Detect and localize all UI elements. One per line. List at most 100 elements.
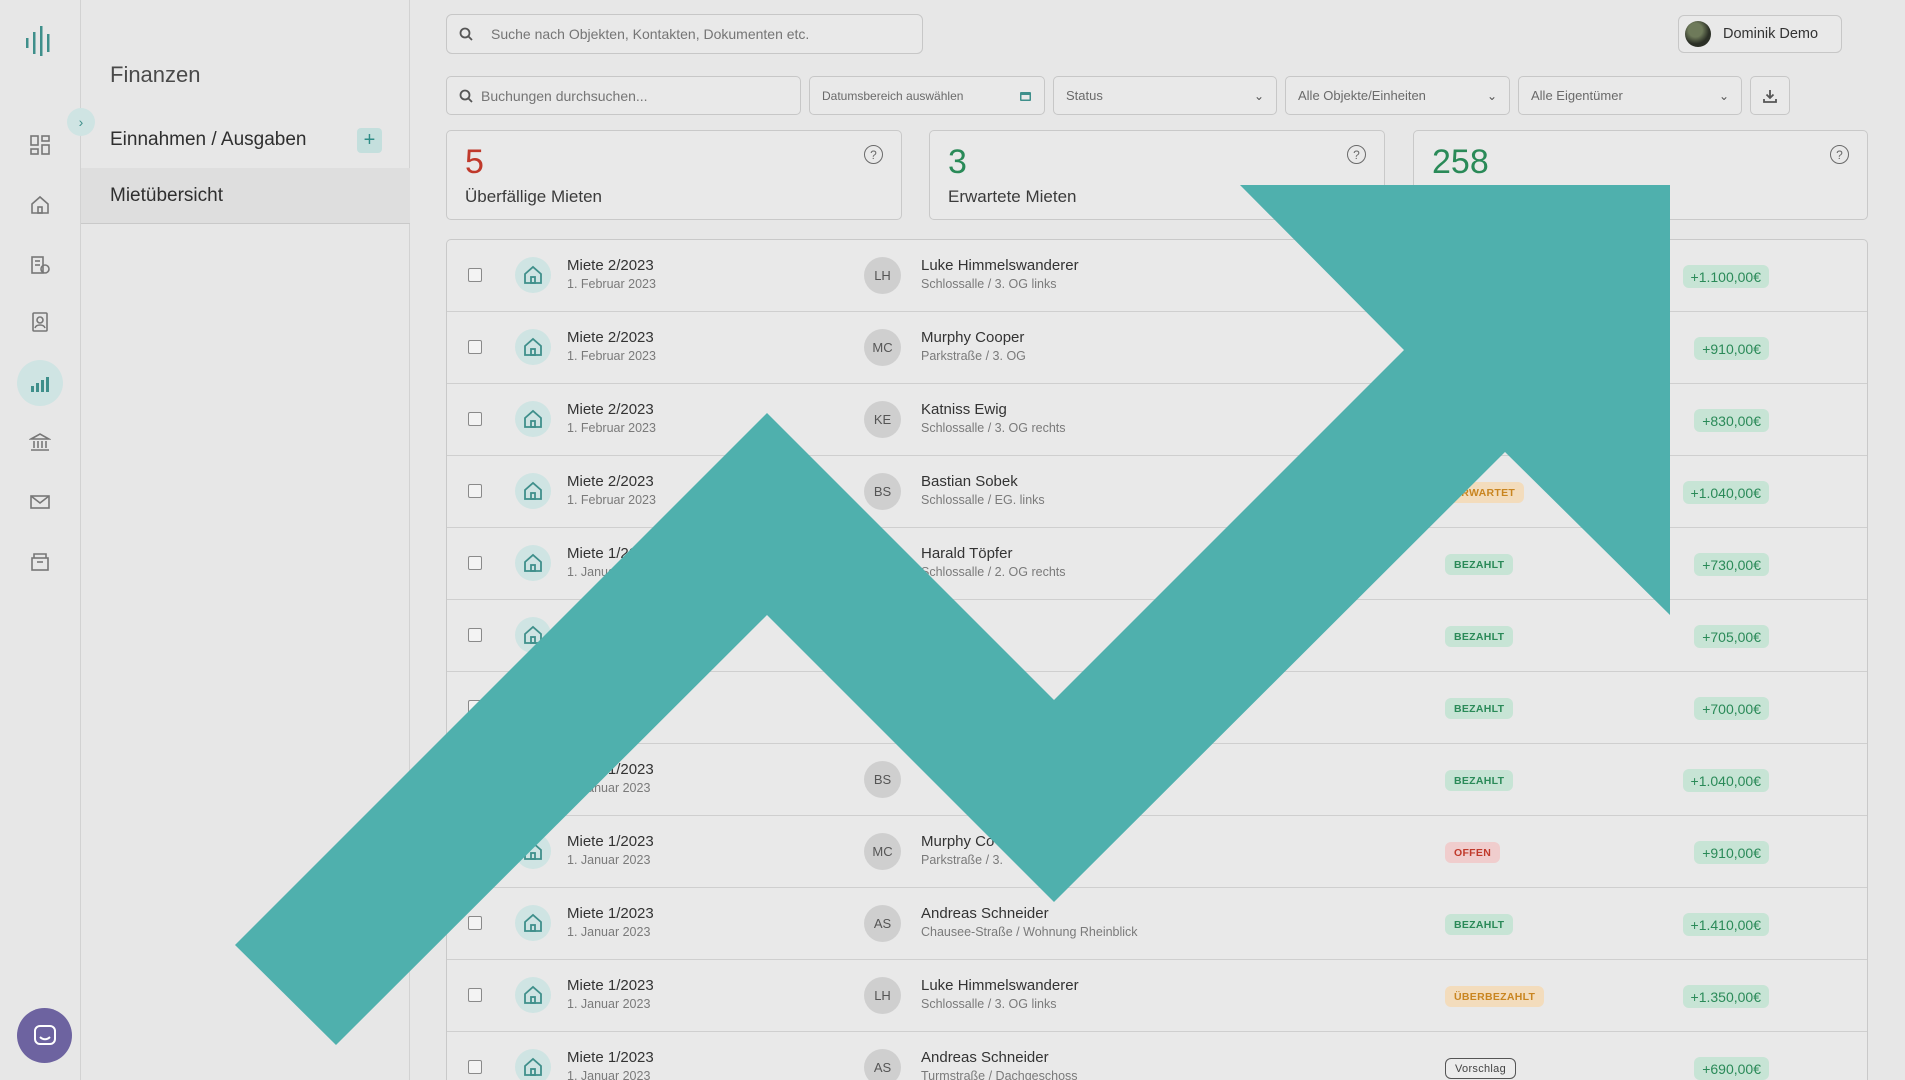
booking-search[interactable]	[446, 76, 801, 115]
objects-select[interactable]: Alle Objekte/Einheiten ⌄	[1285, 76, 1510, 115]
tenant-name[interactable]: Luke Himmelswanderer	[921, 977, 1079, 994]
help-icon[interactable]: ?	[864, 145, 883, 164]
table-row[interactable]: Miete 1/2023 1. Januar 2023 AS Andreas Schn…	[447, 888, 1867, 960]
row-checkbox[interactable]	[468, 268, 482, 282]
table-row[interactable]: Miete 1/2023 1. Januar 2023 AS Andreas Schn…	[447, 1032, 1867, 1080]
icon-rail	[0, 0, 81, 1080]
table-row[interactable]: Miete 1/2023 1. Januar 2023 rian / 1. OG BEZ…	[447, 600, 1867, 672]
status-badge: ÜBERBEZAHLT	[1445, 986, 1545, 1007]
row-checkbox[interactable]	[468, 340, 482, 354]
tenant-avatar: AS	[864, 1049, 901, 1080]
tenant-avatar: KE	[864, 401, 901, 438]
booking-date: 1. Januar 2023	[567, 997, 651, 1011]
home-icon[interactable]	[20, 185, 60, 225]
owners-select[interactable]: Alle Eigentümer ⌄	[1518, 76, 1742, 115]
help-icon[interactable]: ?	[1830, 145, 1849, 164]
row-checkbox[interactable]	[468, 484, 482, 498]
tenant-avatar: LH	[864, 257, 901, 294]
booking-title: Miete 1/2023	[567, 1049, 654, 1066]
booking-date: 1. Januar 2023	[567, 637, 651, 651]
date-range-label: Datumsbereich auswählen	[822, 88, 964, 103]
tenant-name[interactable]: Andreas Schneider	[921, 1049, 1049, 1066]
stat-value: 5	[465, 143, 484, 181]
stat-card-total[interactable]: 258 ?	[1413, 130, 1868, 220]
booking-search-input[interactable]	[481, 87, 788, 104]
date-range-picker[interactable]: Datumsbereich auswählen	[809, 76, 1045, 115]
download-button[interactable]	[1750, 76, 1790, 115]
booking-title: Miete 2/2023	[567, 401, 654, 418]
stat-value: 3	[948, 143, 967, 181]
stat-card-expected[interactable]: 3 Erwartete Mieten ?	[929, 130, 1385, 220]
help-icon[interactable]: ?	[1347, 145, 1366, 164]
row-checkbox[interactable]	[468, 844, 482, 858]
amount-badge: +700,00€	[1694, 697, 1769, 720]
house-icon	[515, 401, 551, 437]
tenant-name[interactable]: Andreas Schneider	[921, 905, 1049, 922]
row-checkbox[interactable]	[468, 412, 482, 426]
amount-badge: +1.100,00€	[1682, 265, 1769, 288]
chat-support-button[interactable]	[17, 1008, 72, 1063]
search-icon	[459, 27, 473, 41]
tenant-name[interactable]: Bastian Sobek	[921, 473, 1018, 490]
row-checkbox[interactable]	[468, 916, 482, 930]
tenant-name[interactable]: Luke Himmelswanderer	[921, 257, 1079, 274]
status-select[interactable]: Status ⌄	[1053, 76, 1277, 115]
global-search-input[interactable]	[491, 26, 891, 42]
row-checkbox[interactable]	[468, 556, 482, 570]
tenant-name[interactable]: Murphy Co	[921, 833, 994, 850]
table-row[interactable]: Miete 2/2023 1. Februar 2023 KE Katniss Ewi…	[447, 384, 1867, 456]
building-money-icon[interactable]	[20, 244, 60, 284]
tenant-name[interactable]: rian	[921, 617, 946, 634]
tenant-avatar: MC	[864, 833, 901, 870]
house-icon	[515, 977, 551, 1013]
tenant-name[interactable]: Murphy Cooper	[921, 329, 1024, 346]
table-row[interactable]: Miete 2/2023 1. Februar 2023 LH Luke Himmel…	[447, 240, 1867, 312]
stat-card-overdue[interactable]: 5 Überfällige Mieten ?	[446, 130, 902, 220]
user-menu[interactable]: Dominik Demo	[1678, 15, 1842, 53]
dashboard-icon[interactable]	[20, 125, 60, 165]
table-row[interactable]: Miete 2/2023 1. Februar 2023 BS Bastian Sob…	[447, 456, 1867, 528]
amount-badge: +705,00€	[1694, 625, 1769, 648]
booking-title: Miete 1/2023	[567, 761, 654, 778]
chevron-down-icon: ⌄	[1253, 88, 1264, 103]
tenant-avatar: AS	[864, 905, 901, 942]
contacts-icon[interactable]	[20, 302, 60, 342]
stat-label: Erwartete Mieten	[948, 187, 1077, 206]
tenant-avatar: HT	[864, 545, 901, 582]
status-badge: Vorschlag	[1445, 1058, 1517, 1079]
tenant-name[interactable]: Katniss Ewig	[921, 401, 1007, 418]
tenant-unit: Schlossalle / 3. OG links	[921, 997, 1057, 1011]
amount-badge: +910,00€	[1694, 841, 1769, 864]
bank-icon[interactable]	[20, 422, 60, 462]
booking-date: 1. Februar 2023	[567, 421, 656, 435]
archive-icon[interactable]	[20, 541, 60, 581]
row-checkbox[interactable]	[468, 700, 482, 714]
global-search[interactable]	[446, 14, 923, 54]
table-row[interactable]: Miete 1/2023 1. Januar 2023 MC Murphy Co Par…	[447, 816, 1867, 888]
table-row[interactable]: Miete 1/2023 1. Januar 2023 LH Luke Himmels…	[447, 960, 1867, 1032]
subnav-item-income-expenses[interactable]: Einnahmen / Ausgaben +	[81, 112, 410, 168]
user-name: Dominik Demo	[1723, 26, 1819, 42]
tenant-name[interactable]: Harald Töpfer	[921, 545, 1012, 562]
row-checkbox[interactable]	[468, 1060, 482, 1074]
mail-icon[interactable]	[20, 482, 60, 522]
tenant-unit: Schlossalle / 3. OG links	[921, 277, 1057, 291]
booking-date: 1. Januar 2023	[567, 565, 651, 579]
chat-icon	[33, 1024, 56, 1045]
row-checkbox[interactable]	[468, 628, 482, 642]
amount-badge: +1.040,00€	[1682, 769, 1769, 792]
row-checkbox[interactable]	[468, 772, 482, 786]
table-row[interactable]: Miete 1/2023 1. Januar 2023 HT Harald Töpfe…	[447, 528, 1867, 600]
avatar	[1685, 21, 1711, 47]
add-entry-button[interactable]: +	[357, 127, 382, 153]
chevron-down-icon: ⌄	[1718, 88, 1729, 103]
table-row[interactable]: Miete 1/2023 1. Januar 2023 BS BEZAHLT +1.04…	[447, 744, 1867, 816]
row-checkbox[interactable]	[468, 988, 482, 1002]
tenant-unit: Parkstraße / 3. OG	[921, 349, 1026, 363]
table-row[interactable]: Miete 2/2023 1. Februar 2023 MC Murphy Coop…	[447, 312, 1867, 384]
tenant-avatar: BS	[864, 761, 901, 798]
app-logo[interactable]	[24, 24, 56, 58]
finance-chart-icon[interactable]	[17, 360, 63, 406]
subnav-item-rent-overview[interactable]: Mietübersicht	[81, 168, 410, 224]
table-row[interactable]: BEZAHLT +700,00€	[447, 672, 1867, 744]
